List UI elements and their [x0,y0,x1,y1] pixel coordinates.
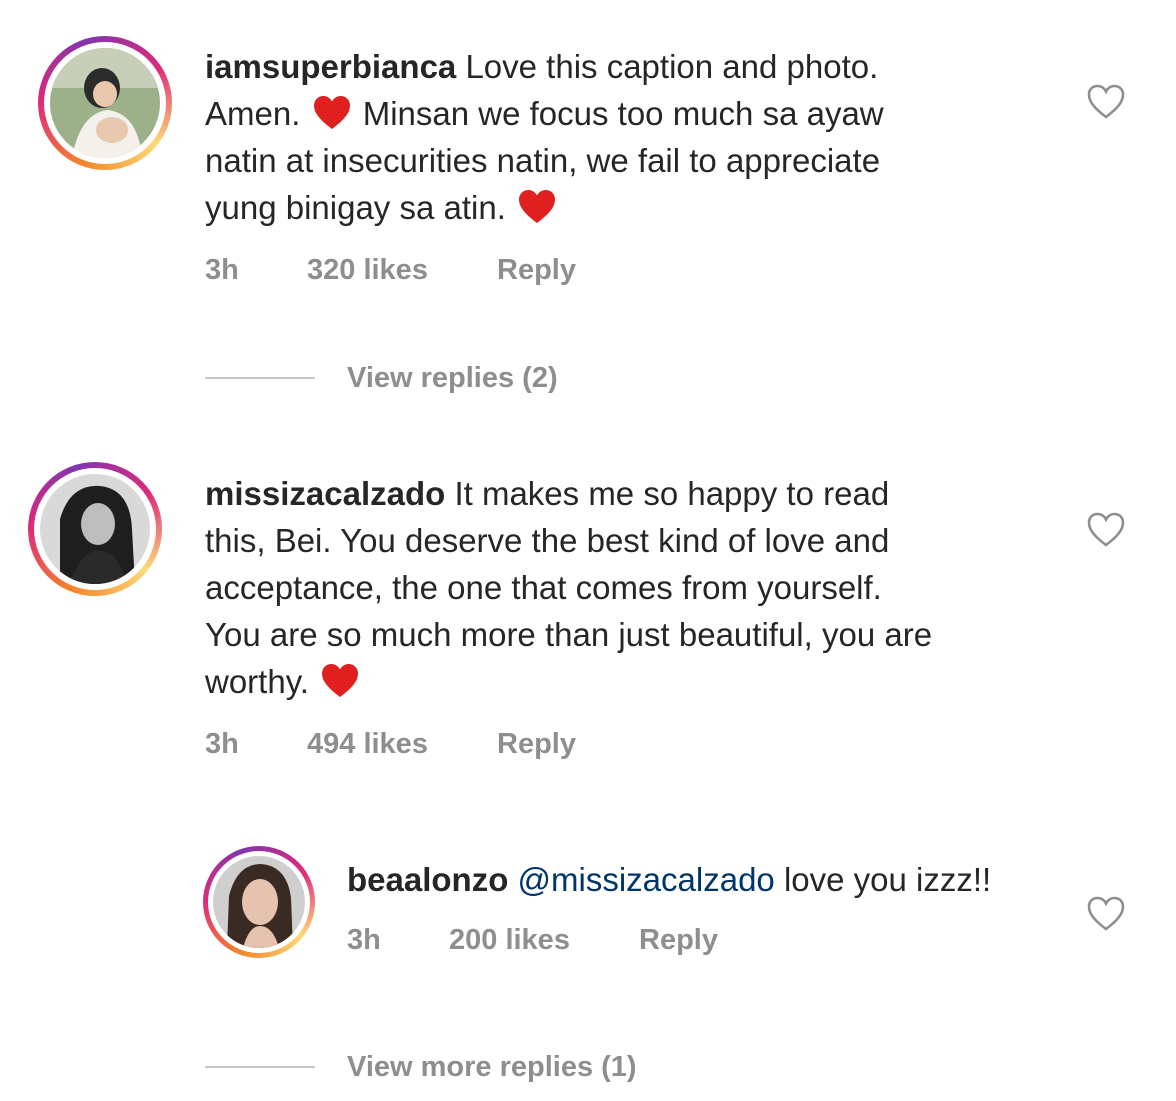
username[interactable]: beaalonzo [347,861,508,898]
reply-button[interactable]: Reply [497,728,576,761]
heart-outline-icon[interactable] [1086,510,1126,550]
comment-meta: 3h 494 likes Reply [205,728,576,761]
heart-outline-icon[interactable] [1086,894,1126,934]
reply-button[interactable]: Reply [497,254,576,287]
comment-meta: 3h 320 likes Reply [205,254,576,287]
heart-outline-icon[interactable] [1086,82,1126,122]
view-more-replies-button[interactable]: View more replies (1) [347,1051,637,1084]
comment-text: beaalonzo @missizacalzado love you izzz!… [347,861,992,898]
timestamp[interactable]: 3h [347,924,449,957]
view-replies-button[interactable]: View replies (2) [347,362,558,395]
avatar[interactable] [213,856,305,948]
red-heart-emoji [313,96,350,129]
avatar[interactable] [50,48,160,158]
red-heart-emoji [519,190,556,223]
comment-text: missizacalzado It makes me so happy to r… [205,475,933,700]
comment-text: iamsuperbianca Love this caption and pho… [205,48,884,226]
mention-link[interactable]: @missizacalzado [518,861,775,898]
likes-count[interactable]: 494 likes [307,728,497,761]
reply-button[interactable]: Reply [639,924,718,957]
divider [205,1066,315,1068]
likes-count[interactable]: 200 likes [449,924,639,957]
username[interactable]: missizacalzado [205,475,445,512]
username[interactable]: iamsuperbianca [205,48,456,85]
red-heart-emoji [322,664,359,697]
timestamp[interactable]: 3h [205,728,307,761]
timestamp[interactable]: 3h [205,254,307,287]
avatar[interactable] [40,474,150,584]
comment-meta: 3h 200 likes Reply [347,924,718,957]
likes-count[interactable]: 320 likes [307,254,497,287]
divider [205,377,315,379]
